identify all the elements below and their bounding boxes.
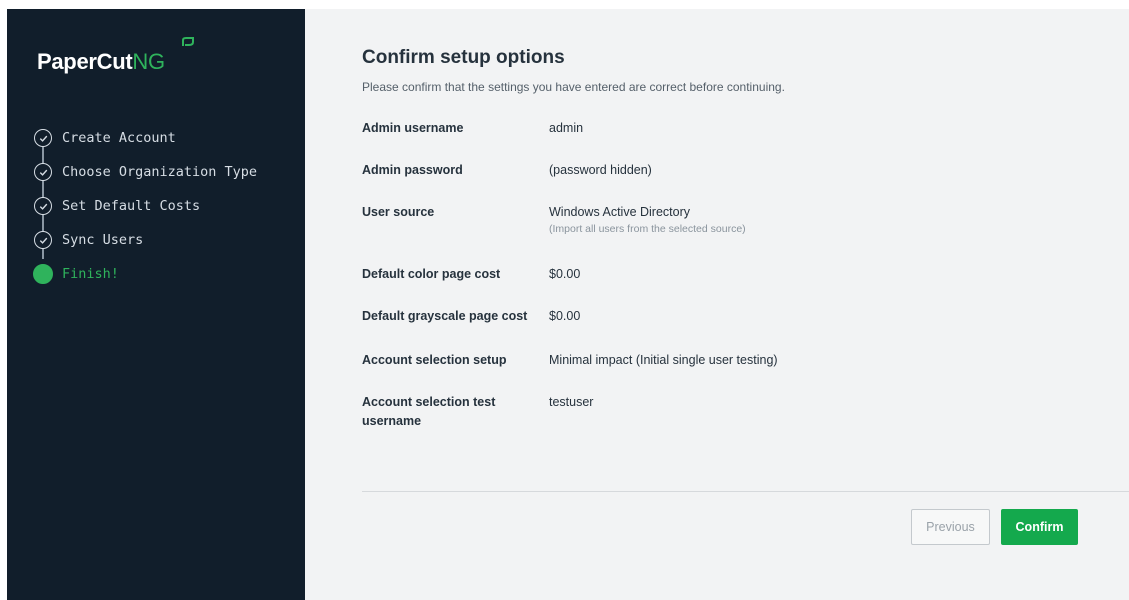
check-circle-icon: [34, 129, 52, 147]
field-value: $0.00: [549, 267, 581, 281]
field-value: Windows Active Directory: [549, 205, 691, 219]
main-panel: Confirm setup options Please confirm tha…: [305, 9, 1129, 600]
check-circle-icon: [34, 231, 52, 249]
step-label: Sync Users: [62, 232, 144, 248]
field-label: Default grayscale page cost: [362, 309, 528, 323]
wizard-sidebar: PaperCutNG Create Account Choose Organiz…: [7, 9, 305, 600]
leaf-icon: [182, 37, 194, 46]
field-label: Admin password: [362, 163, 463, 177]
step-create-account: Create Account: [34, 121, 257, 155]
field-label: Account selection test username: [362, 395, 496, 428]
field-hint: (Import all users from the selected sour…: [549, 223, 746, 235]
active-dot-icon: [33, 264, 53, 284]
step-label: Finish!: [62, 266, 119, 282]
step-label: Create Account: [62, 130, 176, 146]
field-label: Admin username: [362, 121, 464, 135]
footer-divider: [362, 491, 1129, 492]
step-finish: Finish!: [33, 257, 257, 291]
field-value: $0.00: [549, 309, 581, 323]
check-circle-icon: [34, 197, 52, 215]
field-value: Minimal impact (Initial single user test…: [549, 353, 778, 367]
step-set-default-costs: Set Default Costs: [34, 189, 257, 223]
wizard-steps: Create Account Choose Organization Type …: [33, 121, 257, 291]
page-subtitle: Please confirm that the settings you hav…: [362, 80, 785, 94]
field-value: admin: [549, 121, 584, 135]
field-label: User source: [362, 205, 435, 219]
check-circle-icon: [34, 163, 52, 181]
previous-button[interactable]: Previous: [911, 509, 990, 545]
field-label: Account selection setup: [362, 353, 507, 367]
field-value: (password hidden): [549, 163, 652, 177]
setup-wizard: PaperCutNG Create Account Choose Organiz…: [7, 9, 1129, 600]
field-value: testuser: [549, 395, 594, 409]
confirm-button[interactable]: Confirm: [1001, 509, 1078, 545]
page-title: Confirm setup options: [362, 47, 565, 68]
step-label: Set Default Costs: [62, 198, 201, 214]
papercut-logo: PaperCutNG: [37, 37, 194, 75]
field-label: Default color page cost: [362, 267, 501, 281]
step-sync-users: Sync Users: [34, 223, 257, 257]
step-label: Choose Organization Type: [62, 164, 258, 180]
step-choose-organization-type: Choose Organization Type: [34, 155, 257, 189]
